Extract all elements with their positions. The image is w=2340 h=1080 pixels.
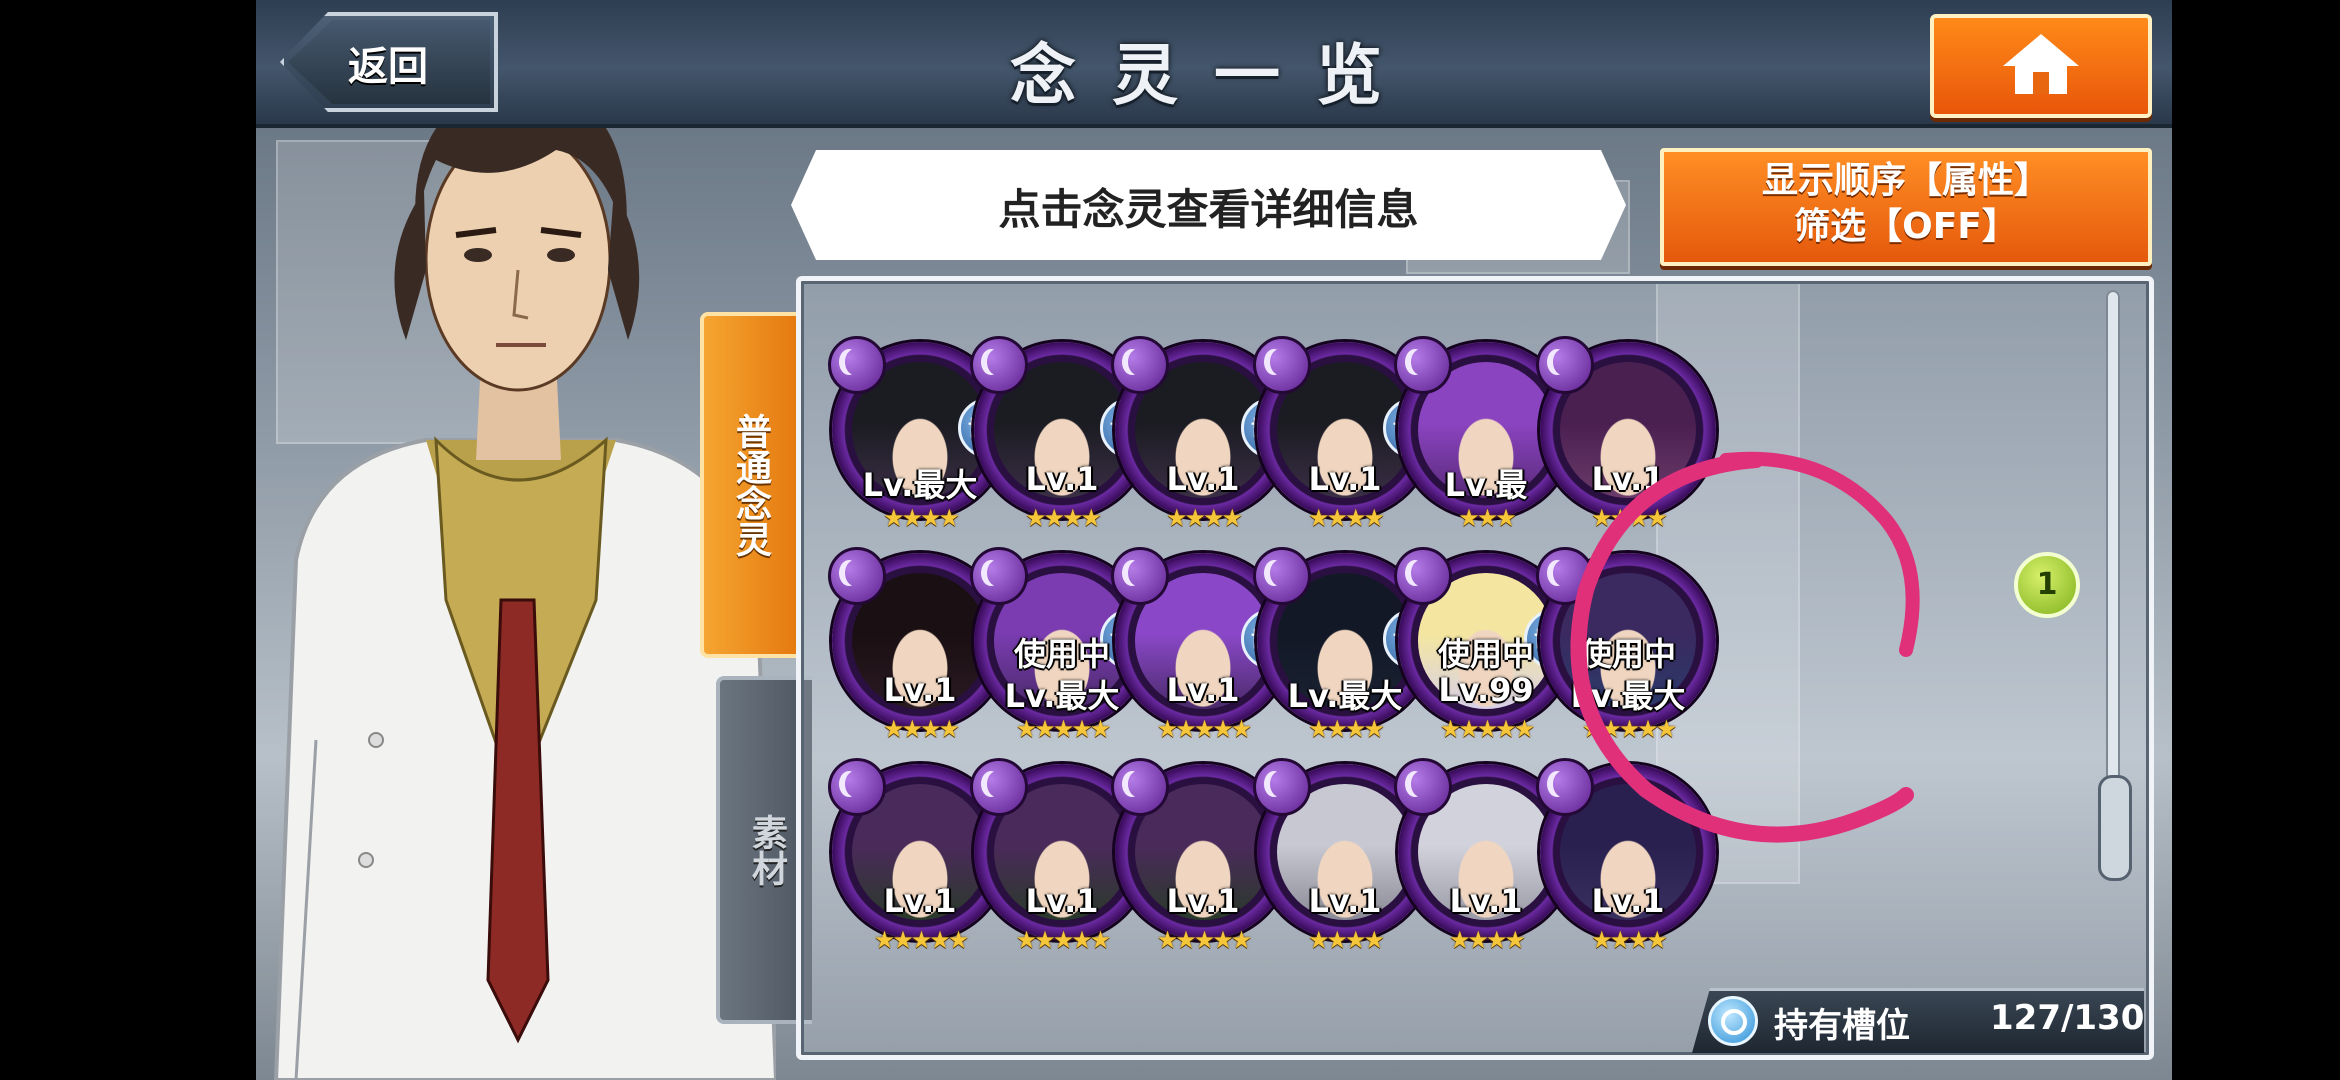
top-header: 念灵一览: [256, 0, 2172, 128]
back-button-label: 返回: [348, 44, 428, 90]
moon-attribute-icon: [1111, 758, 1169, 816]
new-count-badge: 1: [2014, 552, 2080, 618]
moon-attribute-icon: [1536, 336, 1594, 394]
moon-attribute-icon: [970, 547, 1028, 605]
slot-count: 127/130: [1990, 998, 2145, 1038]
filter-label: 筛选【OFF】: [1794, 206, 2018, 247]
sort-order-label: 显示顺序【属性】: [1761, 160, 2050, 201]
moon-attribute-icon: [1394, 758, 1452, 816]
moon-attribute-icon: [1253, 758, 1311, 816]
moon-attribute-icon: [1394, 547, 1452, 605]
slot-orb-icon: [1708, 996, 1758, 1046]
game-screen: 念灵一览 返回 点击念灵查看详细信息 显示顺序【属性】 筛选【OFF】 普通念灵…: [256, 0, 2172, 1080]
moon-attribute-icon: [1253, 336, 1311, 394]
scrollbar-thumb[interactable]: [2098, 775, 2132, 881]
tab-normal-spirits[interactable]: 普通念灵: [700, 312, 796, 658]
slot-label: 持有槽位: [1774, 1006, 1910, 1046]
back-button[interactable]: 返回: [280, 12, 498, 112]
rarity-stars: ★★★★: [1590, 926, 1668, 954]
moon-attribute-icon: [828, 758, 886, 816]
page-title: 念灵一览: [1010, 37, 1418, 114]
moon-attribute-icon: [828, 547, 886, 605]
moon-attribute-icon: [828, 336, 886, 394]
professor-character: [273, 80, 776, 1080]
annotation-circle: [1570, 451, 1920, 843]
moon-attribute-icon: [970, 336, 1028, 394]
tab-normal-label: 普通念灵: [730, 413, 771, 557]
moon-attribute-icon: [1253, 547, 1311, 605]
sort-filter-button[interactable]: 显示顺序【属性】 筛选【OFF】: [1660, 148, 2152, 266]
home-button[interactable]: [1930, 14, 2152, 118]
moon-attribute-icon: [970, 758, 1028, 816]
moon-attribute-icon: [1394, 336, 1452, 394]
moon-attribute-icon: [1111, 336, 1169, 394]
moon-attribute-icon: [1111, 547, 1169, 605]
hint-text: 点击念灵查看详细信息: [998, 185, 1419, 234]
home-icon: [2003, 34, 2079, 94]
